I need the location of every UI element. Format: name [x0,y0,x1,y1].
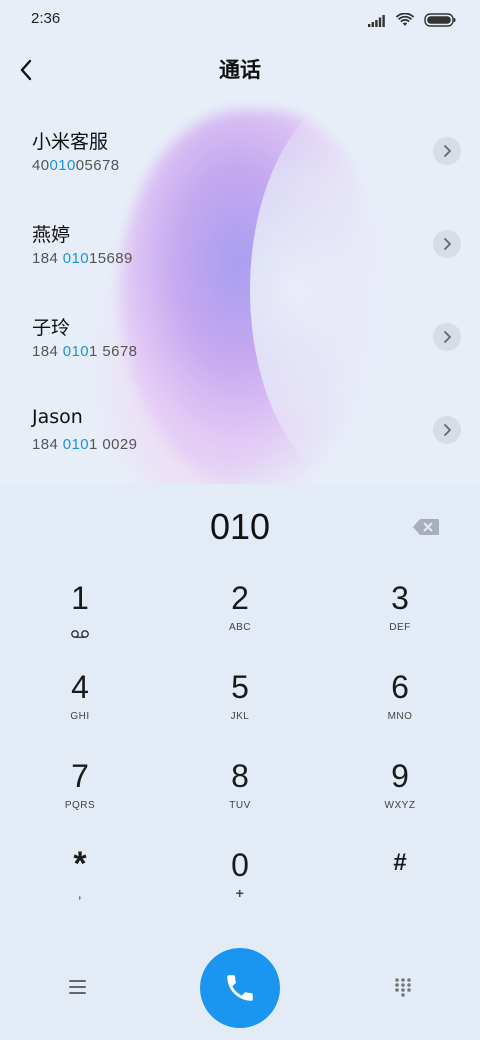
contact-detail-button[interactable] [433,137,461,165]
number-part: 1 5678 [89,343,138,360]
key-3[interactable]: 3 DEF [340,572,460,652]
number-part: 1 0029 [89,436,138,453]
contact-number: 184 0101 0029 [32,436,137,453]
number-part: 40 [32,157,50,174]
phone-screen: 2:36 通话 小米客服 4001005678 燕婷 184 01015689 … [0,0,480,1040]
key-letters: WXYZ [384,800,416,811]
key-digit: 4 [71,669,89,705]
contact-item[interactable]: 燕婷 184 01015689 [0,198,480,291]
key-star[interactable]: * , [20,839,140,919]
key-letters: PQRS [64,800,96,811]
contact-name: Jason [32,406,83,428]
voicemail-icon [70,624,90,643]
menu-icon [69,980,86,994]
key-letters: JKL [230,711,250,722]
bottom-bar [0,938,480,1028]
number-match: 010 [49,157,76,174]
chevron-right-icon [444,238,451,250]
contact-name: 小米客服 [32,131,109,153]
key-letters: + [235,885,245,901]
menu-button[interactable] [64,976,92,998]
key-0[interactable]: 0 + [180,839,300,919]
backspace-button[interactable] [412,518,440,536]
key-5[interactable]: 5 JKL [180,661,300,741]
contact-detail-button[interactable] [433,416,461,444]
contact-name: 燕婷 [32,224,71,246]
key-4[interactable]: 4 GHI [20,661,140,741]
key-digit: # [393,849,407,876]
number-part: 184 [32,436,63,453]
key-digit: 9 [391,758,409,794]
key-letters: GHI [70,711,90,722]
header: 通话 [0,48,480,92]
contact-detail-button[interactable] [433,230,461,258]
contact-list: 小米客服 4001005678 燕婷 184 01015689 子玲 184 0… [0,105,480,477]
key-digit: 0 [231,847,249,883]
key-digit: 3 [391,580,409,616]
key-letters: ABC [228,622,252,633]
page-title: 通话 [219,58,261,82]
key-9[interactable]: 9 WXYZ [340,750,460,830]
contact-item[interactable]: 子玲 184 0101 5678 [0,291,480,384]
key-digit: 7 [71,758,89,794]
call-button[interactable] [200,948,280,1028]
chevron-right-icon [444,145,451,157]
number-match: 010 [62,436,90,453]
key-hash[interactable]: # [340,839,460,919]
key-2[interactable]: 2 ABC [180,572,300,652]
key-digit: 5 [231,669,249,705]
contact-item[interactable]: Jason 184 0101 0029 [0,384,480,477]
key-letters: MNO [387,711,413,722]
key-letters: TUV [229,800,251,811]
keypad-toggle-button[interactable] [392,976,414,998]
key-1[interactable]: 1 [20,572,140,652]
dialer-panel: 010 1 2 ABC 3 DEF 4 GHI 5 JKL 6 MNO 7 PQ… [0,484,480,1040]
key-8[interactable]: 8 TUV [180,750,300,830]
dialpad-icon [395,978,411,997]
backspace-icon [413,519,439,535]
number-part: 184 [32,250,63,267]
key-digit: 1 [71,580,89,616]
chevron-right-icon [444,331,451,343]
key-6[interactable]: 6 MNO [340,661,460,741]
chevron-right-icon [444,424,451,436]
contact-name: 子玲 [32,317,71,339]
status-time: 2:36 [31,10,61,27]
key-digit: 8 [231,758,249,794]
status-icons [368,12,456,31]
wifi-icon [395,12,415,31]
contact-number: 184 0101 5678 [32,343,137,360]
contact-detail-button[interactable] [433,323,461,351]
key-digit: 6 [391,669,409,705]
number-part: 05678 [75,157,120,174]
signal-icon [368,12,386,31]
key-digit: * [73,845,87,883]
number-match: 010 [62,250,90,267]
contact-item[interactable]: 小米客服 4001005678 [0,105,480,198]
key-letters: , [77,885,83,901]
status-bar: 2:36 [0,0,480,40]
battery-icon [424,12,456,31]
number-match: 010 [62,343,90,360]
number-part: 15689 [89,250,133,267]
dial-input[interactable]: 010 [0,506,480,548]
phone-icon [227,975,253,1001]
key-digit: 2 [231,580,249,616]
key-7[interactable]: 7 PQRS [20,750,140,830]
contact-number: 4001005678 [32,157,119,174]
contact-number: 184 01015689 [32,250,133,267]
key-letters: DEF [389,622,411,633]
number-part: 184 [32,343,63,360]
